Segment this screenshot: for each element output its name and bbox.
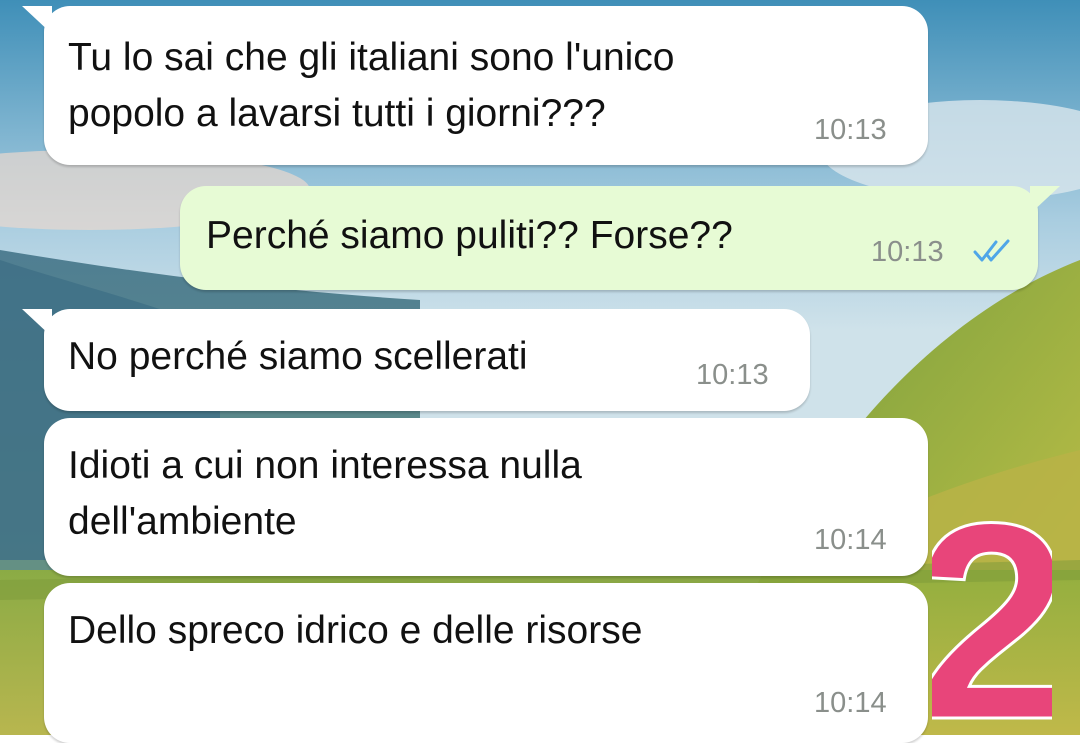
- bubble-tail: [22, 6, 52, 34]
- message-bubble-incoming[interactable]: Idioti a cui non interessa nulla dell'am…: [44, 418, 928, 576]
- bubble-tail: [1030, 186, 1060, 214]
- message-bubble-incoming[interactable]: Tu lo sai che gli italiani sono l'unico …: [22, 6, 928, 165]
- message-timestamp: 10:14: [814, 687, 887, 719]
- sticker-text: 2: [932, 500, 1052, 730]
- message-timestamp: 10:13: [696, 359, 769, 391]
- message-bubble-outgoing[interactable]: Perché siamo puliti?? Forse?? 10:13: [180, 186, 1060, 290]
- message-text: No perché siamo scellerati: [68, 335, 528, 378]
- message-text: Perché siamo puliti?? Forse??: [206, 214, 733, 257]
- message-bubble-incoming[interactable]: Dello spreco idrico e delle risorse 10:1…: [44, 583, 928, 743]
- bubble-tail: [22, 309, 52, 337]
- message-text: Dello spreco idrico e delle risorse: [68, 609, 643, 652]
- message-timestamp: 10:14: [814, 524, 887, 556]
- message-text: Idioti a cui non interessa nulla dell'am…: [68, 444, 582, 543]
- message-timestamp: 10:13: [871, 236, 944, 268]
- message-text: Tu lo sai che gli italiani sono l'unico …: [68, 36, 675, 135]
- double-check-icon: [973, 239, 1010, 262]
- number-two-sticker: 2: [932, 500, 1052, 730]
- message-timestamp: 10:13: [814, 114, 887, 146]
- message-bubble-incoming[interactable]: No perché siamo scellerati 10:13: [22, 309, 810, 411]
